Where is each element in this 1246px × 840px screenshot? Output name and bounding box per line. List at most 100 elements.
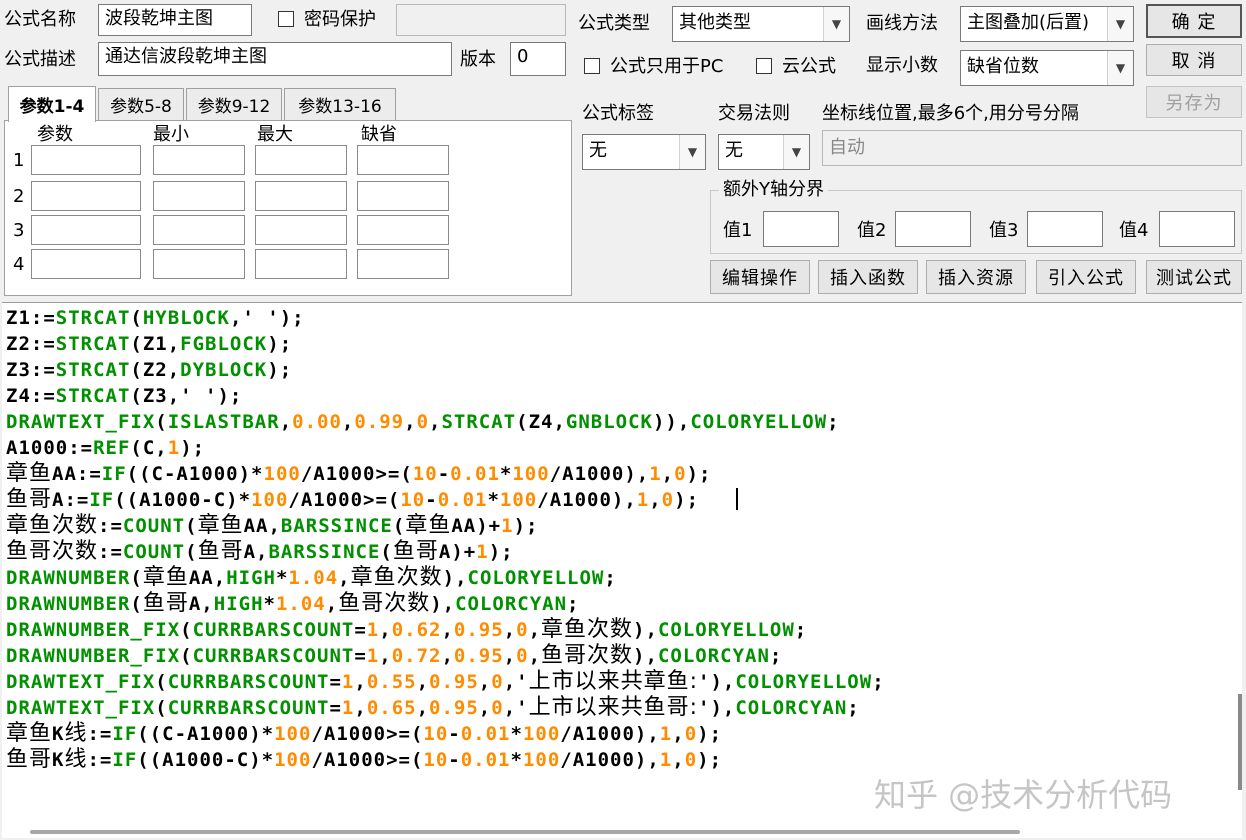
y-value-2-input[interactable] bbox=[895, 211, 971, 247]
horizontal-scrollbar[interactable] bbox=[30, 830, 1020, 834]
code-number-token: 1.04 bbox=[275, 593, 326, 615]
y-value-3-input[interactable] bbox=[1027, 211, 1103, 247]
param-1-name[interactable] bbox=[31, 145, 141, 175]
code-number-token: 0.95 bbox=[453, 619, 504, 641]
code-token: , bbox=[528, 645, 542, 667]
test-formula-button[interactable]: 测试公式 bbox=[1146, 260, 1242, 294]
extra-y-axis-group: 额外Y轴分界 值1 值2 值3 值4 bbox=[710, 178, 1242, 254]
code-token: ( bbox=[180, 645, 193, 667]
tab-params-5-8[interactable]: 参数5-8 bbox=[98, 88, 184, 120]
code-function-token: DRAWNUMBER bbox=[6, 593, 131, 615]
password-input[interactable] bbox=[396, 4, 566, 36]
axis-position-input[interactable]: 自动 bbox=[822, 130, 1242, 166]
code-number-token: 0.95 bbox=[453, 645, 504, 667]
tab-params-13-16[interactable]: 参数13-16 bbox=[284, 88, 396, 120]
param-3-min[interactable] bbox=[153, 215, 245, 245]
code-number-token: 0.95 bbox=[429, 671, 479, 693]
formula-desc-input[interactable]: 通达信波段乾坤主图 bbox=[98, 42, 452, 76]
chevron-down-icon[interactable]: ▼ bbox=[1107, 7, 1133, 41]
insert-resource-button[interactable]: 插入资源 bbox=[926, 260, 1026, 294]
y-value-4-input[interactable] bbox=[1159, 211, 1235, 247]
code-token: K bbox=[52, 749, 65, 771]
param-2-default[interactable] bbox=[357, 181, 449, 211]
code-token: ( bbox=[130, 593, 143, 615]
code-number-token: 100 bbox=[499, 489, 538, 511]
param-1-min[interactable] bbox=[153, 145, 245, 175]
code-function-token: DRAWNUMBER bbox=[6, 567, 131, 589]
param-1-default[interactable] bbox=[357, 145, 449, 175]
code-token: * bbox=[275, 567, 289, 589]
code-line: DRAWNUMBER_FIX(CURRBARSCOUNT=1,0.72,0.95… bbox=[6, 643, 782, 669]
code-function-token: STRCAT bbox=[55, 359, 131, 381]
param-4-name[interactable] bbox=[31, 249, 141, 279]
param-3-max[interactable] bbox=[255, 215, 347, 245]
formula-tag-value: 无 bbox=[589, 140, 607, 161]
param-row-label: 4 bbox=[13, 254, 25, 275]
code-number-token: 0 bbox=[491, 671, 504, 693]
chevron-down-icon[interactable]: ▼ bbox=[783, 135, 809, 169]
pc-only-label: 公式只用于PC bbox=[610, 56, 724, 77]
code-function-token: COUNT bbox=[122, 541, 186, 563]
draw-method-select[interactable]: 主图叠加(后置) ▼ bbox=[960, 6, 1134, 42]
chevron-down-icon[interactable]: ▼ bbox=[1107, 51, 1133, 85]
formula-type-select[interactable]: 其他类型 ▼ bbox=[672, 6, 850, 42]
param-1-max[interactable] bbox=[255, 145, 347, 175]
code-number-token: 1 bbox=[341, 697, 355, 719]
vertical-scrollbar[interactable] bbox=[1238, 694, 1242, 790]
code-editor[interactable]: Z1:=STRCAT(HYBLOCK,' '); Z2:=STRCAT(Z1,FG… bbox=[2, 302, 1242, 838]
param-3-default[interactable] bbox=[357, 215, 449, 245]
cancel-button[interactable]: 取 消 bbox=[1146, 44, 1242, 76]
code-line: 鱼哥A:=IF((A1000-C)*100/A1000>=(10-0.01*10… bbox=[6, 487, 699, 513]
code-token: , bbox=[672, 749, 685, 771]
code-token: Z4:= bbox=[6, 385, 56, 407]
code-token: := bbox=[87, 723, 113, 745]
code-token: 章鱼 bbox=[6, 461, 53, 486]
formula-name-input[interactable]: 波段乾坤主图 bbox=[98, 4, 252, 36]
formula-tag-select[interactable]: 无 ▼ bbox=[582, 134, 706, 170]
code-token: ); bbox=[180, 437, 206, 459]
param-4-min[interactable] bbox=[153, 249, 245, 279]
cloud-formula-checkbox[interactable] bbox=[756, 58, 772, 74]
param-2-min[interactable] bbox=[153, 181, 245, 211]
trade-rule-value: 无 bbox=[725, 140, 743, 161]
password-checkbox[interactable] bbox=[278, 11, 294, 27]
code-number-token: 0.00 bbox=[292, 411, 342, 433]
code-token: = bbox=[329, 697, 342, 719]
y-value-1-input[interactable] bbox=[763, 211, 839, 247]
param-4-default[interactable] bbox=[357, 249, 449, 279]
param-4-max[interactable] bbox=[255, 249, 347, 279]
formula-tag-label: 公式标签 bbox=[582, 103, 654, 124]
code-token: ; bbox=[794, 619, 808, 641]
tab-params-9-12[interactable]: 参数9-12 bbox=[186, 88, 282, 120]
code-token: /A1000), bbox=[560, 723, 660, 745]
code-token: , bbox=[528, 619, 542, 641]
code-token: ((A1000-C)* bbox=[137, 749, 275, 771]
trade-rule-select[interactable]: 无 ▼ bbox=[718, 134, 810, 170]
code-token: , bbox=[416, 671, 430, 693]
decimals-select[interactable]: 缺省位数 ▼ bbox=[960, 50, 1134, 86]
code-function-token: COLORYELLOW bbox=[690, 411, 828, 433]
import-formula-button[interactable]: 引入公式 bbox=[1036, 260, 1136, 294]
code-function-token: COUNT bbox=[122, 515, 186, 537]
code-number-token: 100 bbox=[274, 749, 312, 771]
code-function-token: CURRBARSCOUNT bbox=[167, 697, 330, 719]
version-input[interactable]: 0 bbox=[510, 42, 566, 76]
save-as-button[interactable]: 另存为 bbox=[1146, 86, 1242, 118]
code-number-token: 1 bbox=[167, 437, 181, 459]
ok-button[interactable]: 确 定 bbox=[1146, 4, 1242, 38]
code-number-token: 0 bbox=[491, 697, 504, 719]
edit-operation-button[interactable]: 编辑操作 bbox=[710, 260, 810, 294]
param-3-name[interactable] bbox=[31, 215, 141, 245]
code-number-token: 1 bbox=[636, 489, 650, 511]
param-2-max[interactable] bbox=[255, 181, 347, 211]
insert-function-button[interactable]: 插入函数 bbox=[818, 260, 918, 294]
code-number-token: 100 bbox=[251, 489, 289, 511]
pc-only-checkbox[interactable] bbox=[584, 58, 600, 74]
param-2-name[interactable] bbox=[31, 181, 141, 211]
tab-params-1-4[interactable]: 参数1-4 bbox=[8, 86, 96, 122]
code-line: 鱼哥次数:=COUNT(鱼哥A,BARSSINCE(鱼哥A)+1); bbox=[6, 539, 514, 565]
chevron-down-icon[interactable]: ▼ bbox=[679, 135, 705, 169]
code-token: , bbox=[441, 619, 454, 641]
chevron-down-icon[interactable]: ▼ bbox=[823, 7, 849, 41]
code-token: Z1:= bbox=[6, 307, 56, 329]
